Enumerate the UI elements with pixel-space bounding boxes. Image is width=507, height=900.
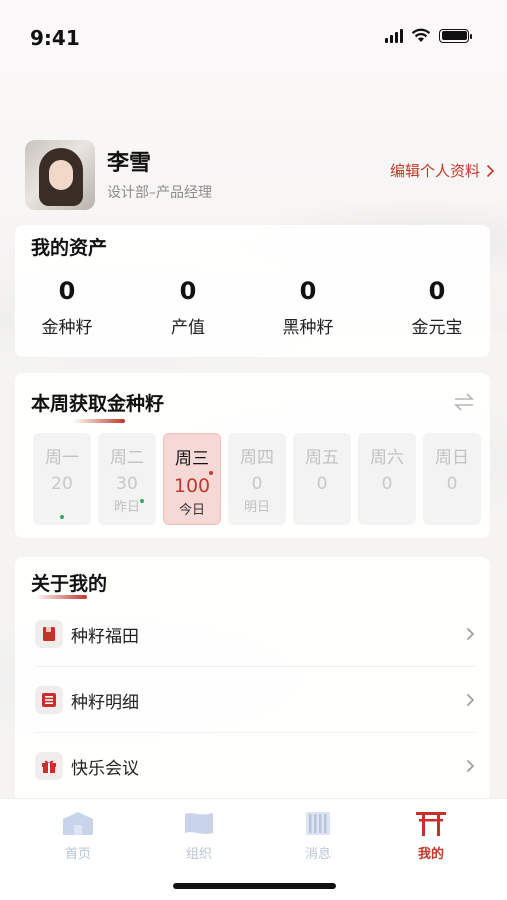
menu-item-seed-field[interactable]: 种籽福田: [35, 601, 475, 667]
day-value: 0: [251, 474, 263, 494]
menu-label: 种籽明细: [71, 692, 139, 713]
menu-item-seed-detail[interactable]: 种籽明细: [35, 667, 475, 733]
day-thursday[interactable]: 周四 0 明日: [228, 433, 286, 525]
asset-label: 黑种籽: [282, 318, 334, 338]
edit-profile-label: 编辑个人资料: [389, 162, 480, 180]
edit-profile-link[interactable]: 编辑个人资料: [390, 160, 495, 181]
avatar[interactable]: [25, 140, 95, 210]
weekly-title: 本周获取金种籽: [31, 393, 165, 415]
day-saturday[interactable]: 周六 0: [358, 433, 416, 525]
day-name: 周四: [240, 448, 274, 468]
message-icon: [306, 812, 330, 835]
day-friday[interactable]: 周五 0: [293, 433, 351, 525]
asset-label: 金元宝: [411, 318, 463, 338]
torii-gate-icon: [416, 812, 446, 836]
day-name: 周日: [435, 448, 469, 468]
profile-header: 李雪 设计部–产品经理 编辑个人资料: [25, 140, 495, 210]
battery-icon: [439, 28, 472, 43]
asset-label: 金种籽: [41, 318, 93, 338]
day-sunday[interactable]: 周日 0: [423, 433, 481, 525]
tab-label: 首页: [64, 847, 91, 862]
tab-label: 组织: [185, 847, 212, 862]
day-name: 周三: [175, 449, 209, 469]
about-me-card: 关于我的 种籽福田 种籽明细 快乐会议: [15, 557, 490, 802]
status-dot: [60, 515, 64, 519]
asset-item-output[interactable]: 0 产值: [133, 277, 243, 338]
day-value: 100: [173, 475, 211, 497]
asset-value: 0: [179, 277, 197, 305]
asset-item-gold-ingot[interactable]: 0 金元宝: [382, 277, 492, 338]
swap-icon[interactable]: [452, 391, 476, 413]
status-time: 9:41: [30, 26, 80, 50]
chevron-right-icon: [466, 759, 475, 773]
user-name: 李雪: [107, 151, 152, 176]
day-sub: 明日: [243, 500, 270, 515]
asset-item-black-seed[interactable]: 0 黑种籽: [253, 277, 363, 338]
gift-icon: [35, 752, 63, 780]
weekly-seeds-card: 本周获取金种籽 周一 20 周二 30 昨日 周三 100 今日 周四 0 明日…: [15, 373, 490, 538]
asset-value: 0: [428, 277, 446, 305]
day-value: 30: [116, 474, 138, 494]
title-underline: [73, 419, 125, 423]
chevron-right-icon: [486, 164, 495, 177]
tab-organization[interactable]: 组织: [154, 809, 244, 862]
wifi-icon: [411, 28, 431, 42]
day-tuesday[interactable]: 周二 30 昨日: [98, 433, 156, 525]
day-sub: 今日: [178, 503, 205, 518]
day-value: 0: [316, 474, 328, 494]
status-icons: [385, 28, 472, 43]
day-sub: 昨日: [113, 500, 140, 515]
tab-mine[interactable]: 我的: [386, 809, 476, 862]
menu-item-happy-meeting[interactable]: 快乐会议: [35, 733, 475, 799]
assets-card: 我的资产 0 金种籽 0 产值 0 黑种籽 0 金元宝: [15, 225, 490, 357]
status-dot: [209, 471, 213, 475]
about-title: 关于我的: [31, 573, 108, 595]
day-name: 周二: [110, 448, 144, 468]
day-name: 周一: [45, 448, 79, 468]
list-icon: [35, 686, 63, 714]
asset-value: 0: [58, 277, 76, 305]
asset-value: 0: [299, 277, 317, 305]
home-indicator: [173, 883, 336, 889]
tab-label: 我的: [417, 847, 444, 862]
day-value: 0: [381, 474, 393, 494]
tab-label: 消息: [304, 847, 331, 862]
day-name: 周六: [370, 448, 404, 468]
menu-label: 快乐会议: [71, 758, 139, 779]
title-underline: [35, 595, 87, 599]
chevron-right-icon: [466, 693, 475, 707]
day-name: 周五: [305, 448, 339, 468]
user-department: 设计部–产品经理: [107, 185, 212, 201]
home-icon: [63, 812, 93, 835]
organization-icon: [185, 813, 213, 834]
tab-home[interactable]: 首页: [33, 809, 123, 862]
status-dot: [140, 499, 144, 503]
day-wednesday-today[interactable]: 周三 100 今日: [163, 433, 221, 525]
day-value: 0: [446, 474, 458, 494]
chevron-right-icon: [466, 627, 475, 641]
asset-label: 产值: [171, 318, 205, 338]
asset-item-gold-seed[interactable]: 0 金种籽: [12, 277, 122, 338]
day-value: 20: [51, 474, 73, 494]
book-icon: [35, 620, 63, 648]
status-bar: 9:41: [0, 0, 507, 70]
cellular-signal-icon: [385, 28, 403, 43]
menu-label: 种籽福田: [71, 626, 139, 647]
assets-title: 我的资产: [31, 237, 108, 259]
day-monday[interactable]: 周一 20: [33, 433, 91, 525]
tab-message[interactable]: 消息: [273, 809, 363, 862]
